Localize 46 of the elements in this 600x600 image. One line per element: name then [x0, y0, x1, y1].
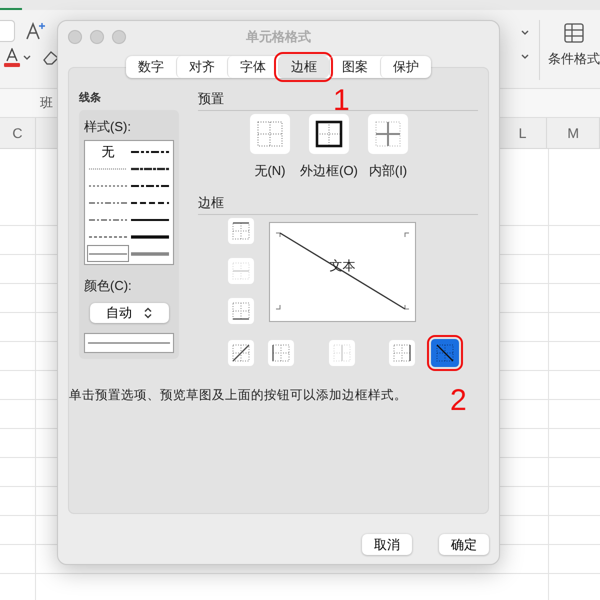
preset-label: 外边框(O) — [300, 162, 358, 180]
border-right-icon — [393, 344, 411, 362]
border-bottom-icon — [232, 302, 250, 320]
border-button[interactable] — [228, 340, 254, 366]
preset-button[interactable] — [309, 114, 349, 154]
inside-border-icon — [374, 120, 402, 148]
grow-font-icon[interactable] — [25, 21, 47, 41]
border-diagonal-up-icon — [232, 344, 250, 362]
line-style-sample — [131, 250, 169, 258]
outline-border-icon — [315, 120, 343, 148]
preset-label: 无(N) — [254, 162, 286, 180]
section-title: 边框 — [198, 194, 478, 215]
column-header[interactable]: C — [12, 125, 22, 141]
annotation-number: 1 — [333, 86, 350, 116]
border-inside-horizontal-icon — [232, 262, 250, 280]
border-diagonal-down-icon — [436, 344, 454, 362]
annotation-number: 2 — [450, 386, 467, 416]
cancel-button[interactable]: 取消 — [362, 534, 412, 555]
color-dropdown[interactable]: 自动 — [90, 303, 168, 323]
updown-icon — [144, 307, 152, 319]
border-button[interactable] — [389, 340, 415, 366]
color-label: 颜色(C): — [84, 277, 133, 295]
style-label: 样式(S): — [84, 118, 132, 136]
table-format-icon[interactable] — [563, 22, 585, 44]
section-title: 线条 — [79, 90, 102, 105]
hint-text: 单击预置选项、预览草图及上面的按钮可以添加边框样式。 — [69, 387, 407, 404]
line-style-option[interactable]: 无 — [87, 143, 129, 160]
font-color-icon[interactable] — [4, 48, 32, 68]
border-inside-vertical-icon — [332, 344, 350, 362]
eraser-icon[interactable] — [42, 50, 60, 66]
border-button[interactable] — [431, 339, 459, 367]
preset-label: 内部(I) — [368, 162, 408, 180]
border-left-icon — [272, 344, 290, 362]
border-button[interactable] — [268, 340, 294, 366]
tab[interactable]: 数字 — [126, 56, 176, 78]
border-button[interactable] — [228, 218, 254, 244]
window-title: 单元格格式 — [246, 29, 311, 44]
column-header[interactable]: M — [567, 125, 580, 141]
cell-text: 班 — [40, 94, 53, 112]
ok-button[interactable]: 确定 — [439, 534, 489, 555]
line-style-sample — [131, 232, 169, 240]
border-top-icon — [232, 222, 250, 240]
border-button[interactable] — [228, 298, 254, 324]
column-header[interactable]: L — [518, 125, 526, 141]
conditional-format-label[interactable]: 条件格式 — [548, 50, 600, 68]
no-border-icon — [256, 120, 284, 148]
